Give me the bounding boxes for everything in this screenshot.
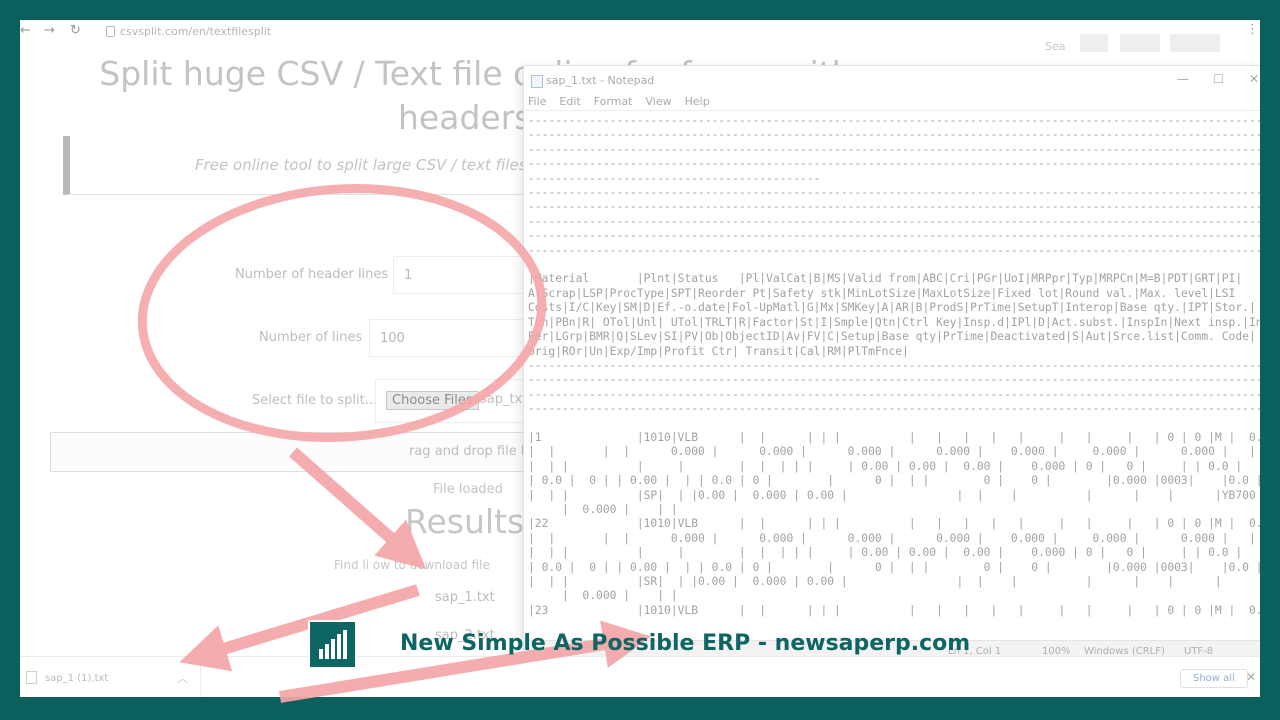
notepad-title: sap_1.txt - Notepad xyxy=(546,74,655,87)
page-title-line2: headers xyxy=(398,98,532,137)
bar-chart-icon xyxy=(319,630,347,659)
download-item[interactable]: sap_1 (1).txt ︿ xyxy=(20,657,201,697)
download-bar: sap_1 (1).txt ︿ Show all ✕ xyxy=(20,656,1260,697)
back-icon[interactable]: ← xyxy=(20,23,31,38)
close-icon[interactable]: ✕ xyxy=(1249,72,1259,86)
minimize-icon[interactable]: — xyxy=(1177,72,1189,86)
header-lines-input[interactable]: 1 xyxy=(393,256,533,294)
drop-zone-text: rag and drop file h xyxy=(409,444,530,459)
download-file-name: sap_1 (1).txt xyxy=(45,673,109,684)
browser-toolbar: ← → ↻ csvsplit.com/en/textfilesplit ⋮ xyxy=(20,20,1260,52)
drop-zone[interactable]: rag and drop file h xyxy=(50,432,552,472)
lock-icon xyxy=(106,26,115,37)
menu-format[interactable]: Format xyxy=(594,95,633,108)
screen-frame: ← → ↻ csvsplit.com/en/textfilesplit ⋮ Se… xyxy=(20,20,1260,697)
menu-view[interactable]: View xyxy=(646,95,672,108)
select-file-label: Select file to split... xyxy=(252,393,378,408)
close-icon[interactable]: ✕ xyxy=(1246,670,1256,684)
lines-label: Number of lines xyxy=(259,330,363,345)
menu-file[interactable]: File xyxy=(528,95,546,108)
menu-edit[interactable]: Edit xyxy=(559,95,580,108)
result-file-link[interactable]: sap_1.txt xyxy=(435,590,495,605)
address-bar[interactable]: csvsplit.com/en/textfilesplit xyxy=(120,25,271,38)
file-loaded-status: File loaded xyxy=(433,482,503,497)
chosen-file-name: sap_txt xyxy=(480,392,528,407)
notepad-content: ----------------------------------------… xyxy=(528,114,1260,617)
results-heading: Results xyxy=(405,502,525,541)
download-instructions: Find li ow to download file xyxy=(334,558,490,572)
menu-dots-icon[interactable]: ⋮ xyxy=(1246,22,1259,37)
maximize-icon[interactable]: ☐ xyxy=(1213,72,1224,86)
menu-help[interactable]: Help xyxy=(685,95,710,108)
forward-icon[interactable]: → xyxy=(44,23,55,38)
header-lines-label: Number of header lines xyxy=(235,267,389,282)
chevron-up-icon[interactable]: ︿ xyxy=(177,670,188,686)
notepad-text-area[interactable]: ----------------------------------------… xyxy=(524,110,1260,641)
subtitle-block: Free online tool to split large CSV / te… xyxy=(63,136,570,195)
notepad-icon xyxy=(531,75,543,88)
notepad-window: sap_1.txt - Notepad — ☐ ✕ File Edit Format… xyxy=(523,65,1260,663)
lines-input[interactable]: 100 xyxy=(369,319,533,357)
banner-text: New Simple As Possible ERP - newsaperp.c… xyxy=(400,631,971,656)
notepad-menubar: File Edit Format View Help xyxy=(528,95,723,108)
show-all-button[interactable]: Show all xyxy=(1180,669,1248,688)
file-icon xyxy=(26,671,37,684)
subtitle: Free online tool to split large CSV / te… xyxy=(195,156,561,174)
brand-logo xyxy=(308,620,357,669)
reload-icon[interactable]: ↻ xyxy=(70,23,81,38)
choose-files-button[interactable]: Choose Files xyxy=(386,391,479,410)
